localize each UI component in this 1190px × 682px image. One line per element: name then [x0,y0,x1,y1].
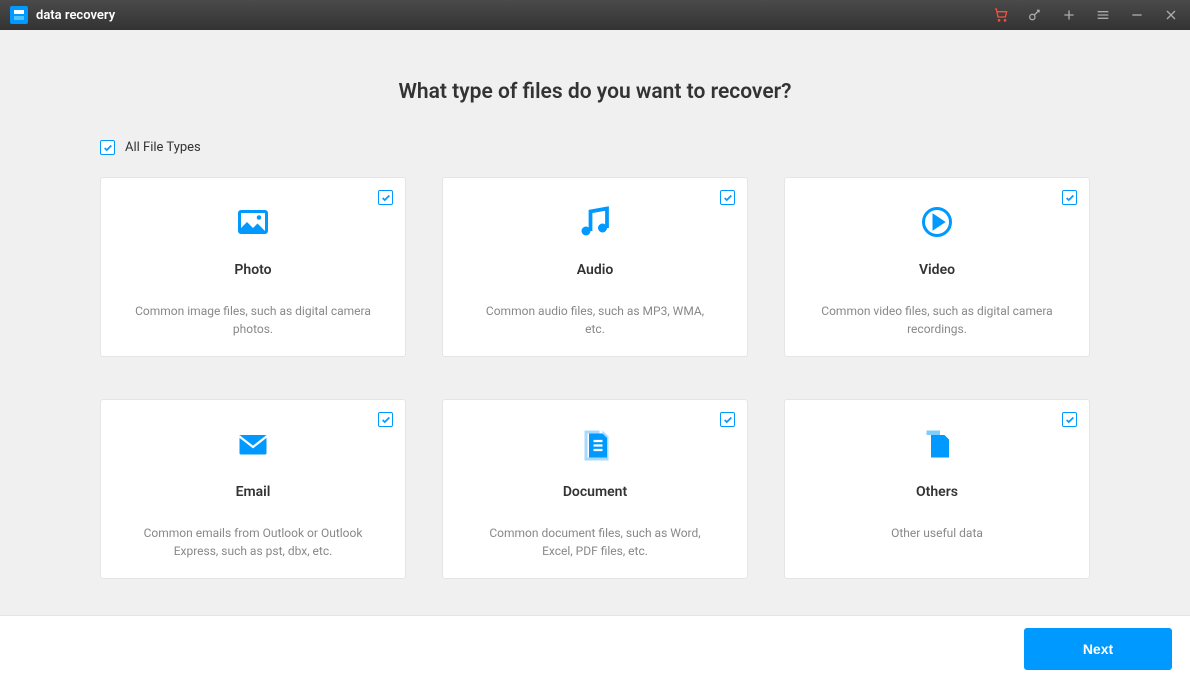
checkbox-icon[interactable] [378,190,393,205]
all-file-types-toggle[interactable]: All File Types [100,140,1090,155]
minimize-icon[interactable] [1128,6,1146,24]
card-others[interactable]: Others Other useful data [784,399,1090,579]
checkbox-icon[interactable] [1062,190,1077,205]
photo-icon [235,202,271,242]
card-document[interactable]: Document Common document files, such as … [442,399,748,579]
card-desc: Other useful data [877,524,997,542]
app-logo-icon [10,6,28,24]
card-email[interactable]: Email Common emails from Outlook or Outl… [100,399,406,579]
card-title: Others [916,484,958,500]
video-icon [919,202,955,242]
titlebar-left: data recovery [10,6,115,24]
card-desc: Common document files, such as Word, Exc… [461,524,729,560]
document-icon [577,424,613,464]
checkbox-icon[interactable] [720,190,735,205]
card-title: Video [919,262,955,278]
checkbox-icon [100,140,115,155]
key-icon[interactable] [1026,6,1044,24]
file-type-cards: Photo Common image files, such as digita… [100,177,1090,579]
email-icon [235,424,271,464]
card-desc: Common emails from Outlook or Outlook Ex… [119,524,387,560]
titlebar: data recovery [0,0,1190,30]
checkbox-icon[interactable] [1062,412,1077,427]
card-photo[interactable]: Photo Common image files, such as digita… [100,177,406,357]
menu-icon[interactable] [1094,6,1112,24]
card-title: Email [236,484,271,500]
titlebar-right [992,6,1180,24]
audio-icon [577,202,613,242]
checkbox-icon[interactable] [378,412,393,427]
app-title: data recovery [36,8,115,23]
plus-icon[interactable] [1060,6,1078,24]
all-file-types-label: All File Types [125,140,201,155]
cart-icon[interactable] [992,6,1010,24]
card-desc: Common video files, such as digital came… [803,302,1071,338]
card-audio[interactable]: Audio Common audio files, such as MP3, W… [442,177,748,357]
next-button[interactable]: Next [1024,628,1172,670]
card-title: Audio [577,262,614,278]
card-desc: Common image files, such as digital came… [119,302,387,338]
content-area: What type of files do you want to recove… [0,30,1190,615]
files-icon [919,424,955,464]
card-title: Photo [234,262,271,278]
card-desc: Common audio files, such as MP3, WMA, et… [461,302,729,338]
page-title: What type of files do you want to recove… [100,80,1090,104]
close-icon[interactable] [1162,6,1180,24]
card-title: Document [563,484,627,500]
card-video[interactable]: Video Common video files, such as digita… [784,177,1090,357]
checkbox-icon[interactable] [720,412,735,427]
footer: Next [0,615,1190,682]
